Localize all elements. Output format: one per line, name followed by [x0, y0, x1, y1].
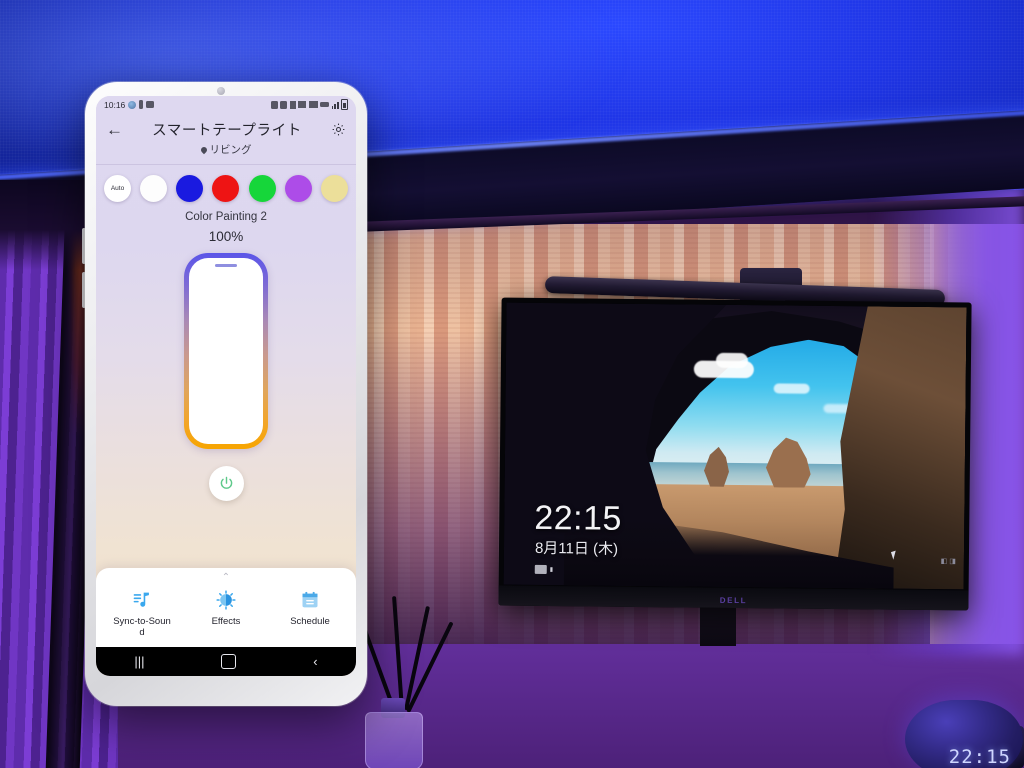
sheet-expand-caret[interactable]: ⌃ — [96, 573, 356, 583]
smart-speaker-clock: 22:15 — [905, 700, 1023, 768]
brightness-slider-handle[interactable] — [215, 264, 237, 267]
dnd-icon — [280, 100, 288, 109]
brightness-slider-wrap — [96, 253, 356, 449]
room-label-row: リビング — [96, 142, 356, 164]
lockscreen-time: 22:15 — [534, 498, 623, 538]
room-scene: 22:15 8月11日 (木) ▮ ◧◨ DELL 22:15 10:16 ← … — [0, 0, 1024, 768]
mode-name: Color Painting 2 — [185, 211, 267, 223]
android-nav-bar: ||| ‹ — [96, 647, 356, 676]
room-name: リビング — [209, 144, 252, 156]
lockscreen-date: 8月11日 (木) — [534, 539, 619, 558]
nav-home-button[interactable] — [221, 654, 237, 669]
nav-back-button[interactable]: ‹ — [313, 654, 317, 669]
monitor-stand — [700, 606, 736, 646]
weather-icon — [128, 100, 137, 109]
header-divider — [96, 164, 356, 165]
music-note-icon — [131, 589, 153, 611]
status-bar-left: 10:16 — [104, 99, 155, 110]
brightness-half-icon — [215, 589, 237, 611]
gear-icon[interactable] — [331, 122, 346, 137]
vpn-icon — [320, 102, 330, 107]
swatch-auto[interactable]: Auto — [104, 175, 131, 202]
swatch-green[interactable] — [248, 175, 276, 202]
swatch-purple[interactable] — [284, 175, 312, 202]
page-title: スマートテープライト — [152, 123, 302, 139]
wallpaper-cloud — [715, 352, 749, 369]
swatch-red[interactable] — [212, 175, 240, 202]
mute-icon — [298, 101, 307, 108]
signal-icon — [331, 101, 339, 109]
color-swatch-row: Auto — [96, 175, 356, 202]
brightness-value: 100% — [208, 229, 244, 244]
diffuser-bottle — [365, 712, 423, 768]
bottom-sheet: ⌃ Sync-to-Sound Effects Schedule — [96, 568, 356, 647]
vibrate-icon — [139, 100, 144, 109]
wallpaper-cloud — [773, 383, 810, 394]
battery-icon — [341, 99, 348, 110]
tab-label-effects: Effects — [211, 616, 241, 627]
sheet-tab-row: Sync-to-Sound Effects Schedule — [96, 582, 356, 647]
calendar-icon — [299, 589, 321, 611]
wifi-icon — [308, 101, 318, 108]
swatch-auto-label: Auto — [110, 185, 125, 192]
lockscreen-tray-badge: ▮ — [549, 567, 554, 574]
power-button-wrap — [96, 466, 356, 501]
tab-sync-to-sound[interactable]: Sync-to-Sound — [100, 589, 184, 638]
status-bar-clock: 10:16 — [104, 99, 126, 110]
bluetooth-icon — [289, 100, 296, 109]
swatch-yellow[interactable] — [320, 175, 348, 202]
back-button[interactable]: ← — [106, 121, 123, 138]
power-button[interactable] — [208, 466, 244, 501]
smart-clock-time: 22:15 — [948, 746, 1011, 768]
swatch-white[interactable] — [140, 175, 168, 202]
tab-label-sync-to-sound: Sync-to-Sound — [113, 616, 171, 638]
status-bar-right — [270, 99, 348, 110]
screenshot-icon — [146, 101, 155, 108]
brightness-slider[interactable] — [184, 253, 268, 449]
front-camera — [217, 87, 225, 95]
location-pin-icon — [199, 145, 208, 154]
dell-monitor: 22:15 8月11日 (木) ▮ ◧◨ DELL — [498, 297, 972, 611]
app-header: ← スマートテープライト — [96, 113, 356, 142]
monitor-screen: 22:15 8月11日 (木) ▮ ◧◨ — [503, 302, 967, 590]
tab-label-schedule: Schedule — [290, 616, 330, 627]
brightness-slider-track[interactable] — [189, 258, 263, 444]
swatch-blue[interactable] — [176, 175, 204, 202]
phone-screen: 10:16 ← スマートテープライト リビング Auto Color Paint… — [96, 96, 356, 676]
tab-effects[interactable]: Effects — [184, 589, 268, 638]
lockscreen-tray-icon — [534, 564, 547, 575]
status-bar: 10:16 — [96, 96, 356, 113]
nav-recents-button[interactable]: ||| — [134, 654, 144, 669]
lockscreen-corner-icons: ◧◨ — [940, 558, 958, 566]
alarm-icon — [270, 100, 278, 109]
tab-schedule[interactable]: Schedule — [268, 589, 352, 638]
